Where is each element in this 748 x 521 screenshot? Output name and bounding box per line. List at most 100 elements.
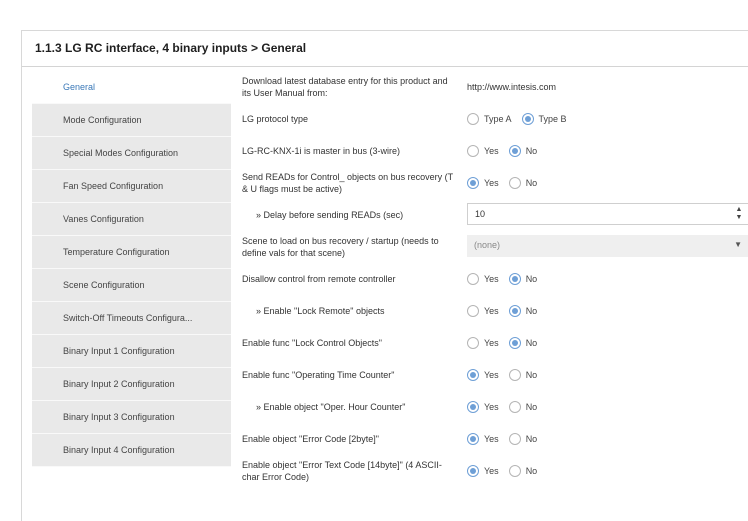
radio-label: Type B: [538, 114, 567, 124]
error-code-no-radio[interactable]: No: [508, 433, 538, 445]
lock-control-yes-radio[interactable]: Yes: [467, 337, 499, 349]
radio-label: No: [525, 178, 538, 188]
sidebar-item-scene-configuration[interactable]: Scene Configuration: [32, 269, 231, 302]
lock-control-no-radio[interactable]: No: [508, 337, 537, 349]
radio-circle: [521, 113, 534, 125]
radio-circle: [508, 337, 521, 349]
radio-label: No: [525, 434, 538, 444]
error-text-yes-radio[interactable]: Yes: [467, 465, 499, 477]
sidebar-item-mode-configuration[interactable]: Mode Configuration: [32, 104, 231, 137]
lock-remote-yes-radio[interactable]: Yes: [467, 305, 499, 317]
spin-up-icon[interactable]: ▲: [735, 206, 743, 214]
radio-circle: [467, 433, 479, 445]
protocol-type-a-radio[interactable]: Type A: [467, 113, 512, 125]
sidebar-item-fan-speed-configuration[interactable]: Fan Speed Configuration: [32, 170, 231, 203]
radio-label: No: [525, 370, 538, 380]
sidebar-item-binary-input-2-configuration[interactable]: Binary Input 2 Configuration: [32, 368, 231, 401]
operating-time-yes-radio[interactable]: Yes: [467, 369, 499, 381]
radio-label: Yes: [484, 306, 499, 316]
sidebar-item-general[interactable]: General: [32, 71, 231, 104]
delay-value: 10: [475, 209, 486, 219]
radio-label: No: [525, 146, 538, 156]
radio-label: No: [525, 466, 538, 476]
setting-row-send-reads: Send READs for Control_ objects on bus r…: [242, 167, 748, 199]
sidebar-item-binary-input-1-configuration[interactable]: Binary Input 1 Configuration: [32, 335, 231, 368]
disallow-remote-label: Disallow control from remote controller: [242, 274, 396, 284]
lock-control-radio-group: Yes No: [467, 337, 547, 349]
setting-row-lock-control: Enable func "Lock Control Objects" Yes N…: [242, 327, 748, 359]
radio-label: Yes: [484, 466, 499, 476]
setting-row-scene: Scene to load on bus recovery / startup …: [242, 231, 748, 263]
setting-row-operating-time: Enable func "Operating Time Counter" Yes…: [242, 359, 748, 391]
sidebar-item-vanes-configuration[interactable]: Vanes Configuration: [32, 203, 231, 236]
delay-spinbox[interactable]: 10 ▲ ▼: [467, 203, 748, 225]
master-radio-group: Yes No: [467, 145, 547, 157]
radio-label: Yes: [484, 402, 499, 412]
error-text-radio-group: Yes No: [467, 465, 547, 477]
error-code-yes-radio[interactable]: Yes: [467, 433, 499, 445]
setting-row-oper-hour: » Enable object "Oper. Hour Counter" Yes…: [242, 391, 748, 423]
disallow-remote-no-radio[interactable]: No: [508, 273, 537, 285]
master-yes-radio[interactable]: Yes: [467, 145, 499, 157]
setting-row-download: Download latest database entry for this …: [242, 71, 748, 103]
send-reads-yes-radio[interactable]: Yes: [467, 177, 499, 189]
scene-label: Scene to load on bus recovery / startup …: [242, 236, 439, 258]
radio-label: Type A: [484, 114, 512, 124]
sidebar-item-switch-off-timeouts-configuration[interactable]: Switch-Off Timeouts Configura...: [32, 302, 231, 335]
radio-circle: [467, 177, 479, 189]
master-label: LG-RC-KNX-1i is master in bus (3-wire): [242, 146, 401, 156]
lock-remote-radio-group: Yes No: [467, 305, 547, 317]
disallow-remote-radio-group: Yes No: [467, 273, 547, 285]
spinner-arrows: ▲ ▼: [735, 206, 743, 222]
sidebar-item-special-modes-configuration[interactable]: Special Modes Configuration: [32, 137, 231, 170]
sidebar-item-temperature-configuration[interactable]: Temperature Configuration: [32, 236, 231, 269]
radio-label: Yes: [484, 274, 499, 284]
oper-hour-label: » Enable object "Oper. Hour Counter": [256, 402, 406, 412]
radio-label: Yes: [484, 370, 499, 380]
setting-row-master: LG-RC-KNX-1i is master in bus (3-wire) Y…: [242, 135, 748, 167]
radio-circle: [508, 177, 521, 189]
radio-circle: [508, 305, 521, 317]
error-text-no-radio[interactable]: No: [508, 465, 538, 477]
setting-row-error-text: Enable object "Error Text Code [14byte]"…: [242, 455, 748, 487]
radio-label: Yes: [484, 146, 499, 156]
download-label: Download latest database entry for this …: [242, 76, 448, 98]
error-code-radio-group: Yes No: [467, 433, 547, 445]
delay-label: » Delay before sending READs (sec): [256, 210, 404, 220]
master-no-radio[interactable]: No: [508, 145, 538, 157]
setting-row-lock-remote: » Enable "Lock Remote" objects Yes No: [242, 295, 748, 327]
radio-circle: [467, 305, 479, 317]
download-url: http://www.intesis.com: [467, 82, 557, 92]
lock-remote-label: » Enable "Lock Remote" objects: [256, 306, 385, 316]
radio-label: Yes: [484, 338, 499, 348]
radio-label: Yes: [484, 434, 499, 444]
oper-hour-no-radio[interactable]: No: [508, 401, 537, 413]
send-reads-radio-group: Yes No: [467, 177, 547, 189]
operating-time-no-radio[interactable]: No: [508, 369, 538, 381]
disallow-remote-yes-radio[interactable]: Yes: [467, 273, 499, 285]
error-code-label: Enable object "Error Code [2byte]": [242, 434, 379, 444]
send-reads-label: Send READs for Control_ objects on bus r…: [242, 172, 453, 194]
send-reads-no-radio[interactable]: No: [508, 177, 538, 189]
radio-circle: [508, 401, 521, 413]
radio-circle: [467, 113, 479, 125]
window-title: 1.1.3 LG RC interface, 4 binary inputs >…: [35, 41, 307, 55]
setting-row-error-code: Enable object "Error Code [2byte]" Yes N…: [242, 423, 748, 455]
scene-select[interactable]: (none) ▼: [467, 235, 748, 257]
protocol-type-b-radio[interactable]: Type B: [521, 113, 567, 125]
setting-row-disallow-remote: Disallow control from remote controller …: [242, 263, 748, 295]
radio-circle: [508, 433, 521, 445]
protocol-label: LG protocol type: [242, 114, 309, 124]
sidebar-item-binary-input-3-configuration[interactable]: Binary Input 3 Configuration: [32, 401, 231, 434]
radio-label: Yes: [484, 178, 499, 188]
sidebar-item-binary-input-4-configuration[interactable]: Binary Input 4 Configuration: [32, 434, 231, 467]
oper-hour-yes-radio[interactable]: Yes: [467, 401, 499, 413]
title-divider: [22, 66, 748, 67]
sidebar: General Mode Configuration Special Modes…: [32, 71, 231, 467]
oper-hour-radio-group: Yes No: [467, 401, 547, 413]
error-text-label: Enable object "Error Text Code [14byte]"…: [242, 460, 442, 482]
radio-circle: [467, 145, 479, 157]
setting-row-protocol: LG protocol type Type A Type B: [242, 103, 748, 135]
lock-remote-no-radio[interactable]: No: [508, 305, 537, 317]
spin-down-icon[interactable]: ▼: [735, 214, 743, 222]
